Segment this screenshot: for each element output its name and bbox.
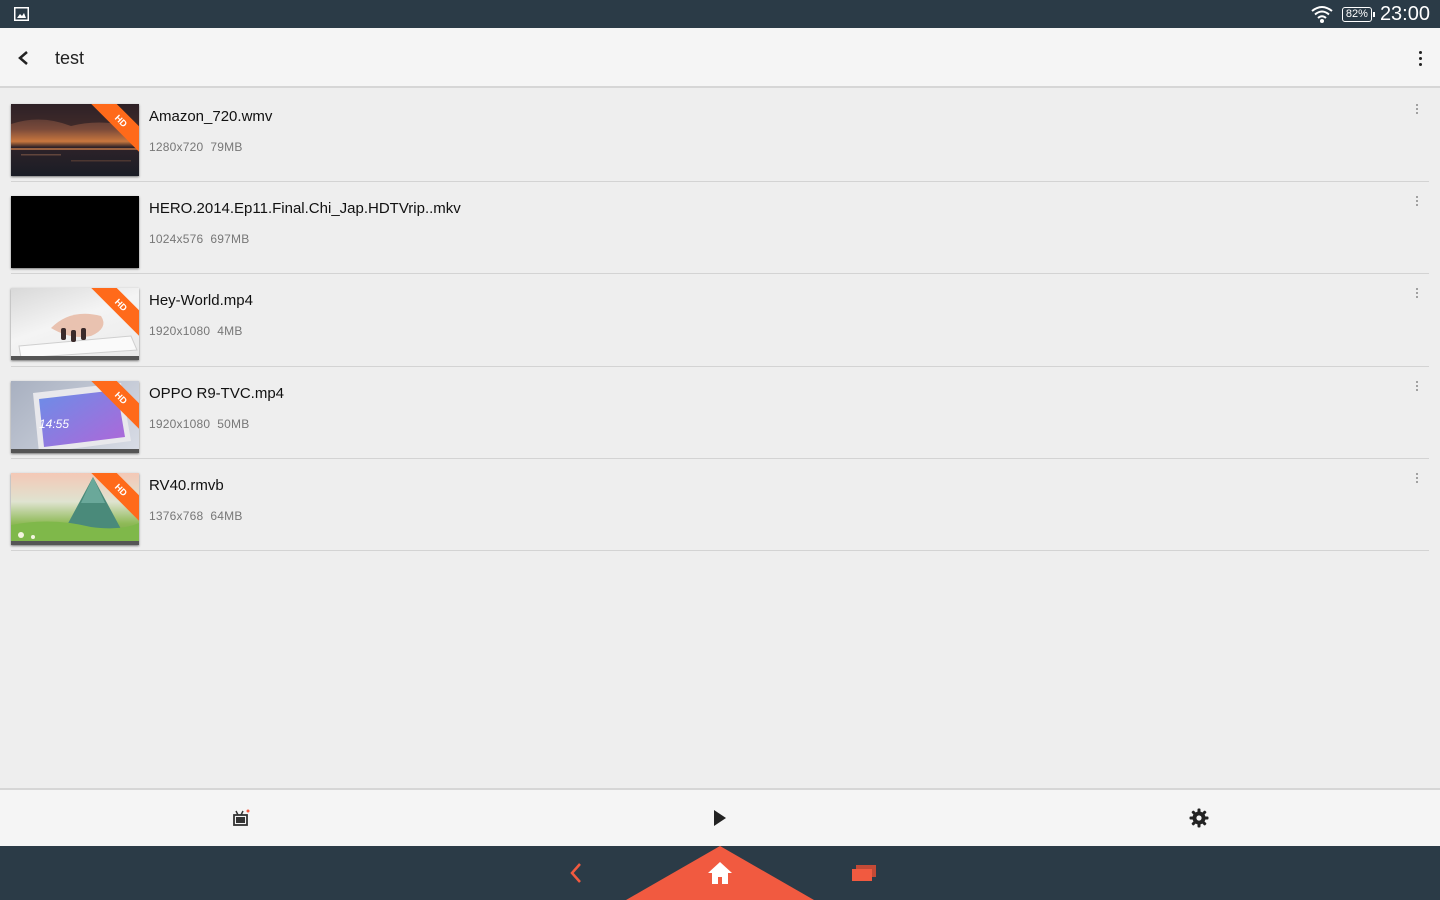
list-item[interactable]: HD Hey-World.mp4 1920x1080 4MB — [11, 274, 1429, 367]
video-thumbnail: 14:55 HD — [11, 380, 139, 453]
status-clock: 23:00 — [1379, 2, 1430, 25]
gear-icon — [1189, 808, 1209, 828]
list-item[interactable]: HERO.2014.Ep11.Final.Chi_Jap.HDTVrip..mk… — [11, 182, 1429, 275]
status-bar: 82% 23:00 — [0, 0, 1440, 28]
list-item[interactable]: HD RV40.rmvb 1376x768 64MB — [11, 459, 1429, 551]
video-name: OPPO R9-TVC.mp4 — [149, 384, 285, 402]
list-item[interactable]: 14:55 HD OPPO R9-TVC.mp4 1920x1080 50MB — [11, 367, 1429, 459]
back-button[interactable] — [10, 44, 38, 72]
video-thumbnail: HD — [11, 288, 139, 361]
item-menu-button[interactable] — [1413, 472, 1421, 487]
video-meta: 1024x576 697MB — [149, 232, 249, 246]
overflow-menu-button[interactable] — [1410, 44, 1430, 72]
video-meta: 1376x768 64MB — [149, 509, 243, 523]
video-name: HERO.2014.Ep11.Final.Chi_Jap.HDTVrip..mk… — [149, 200, 461, 218]
video-size: 64MB — [210, 508, 243, 523]
nav-home-button[interactable] — [690, 846, 750, 900]
wifi-icon — [1311, 6, 1333, 23]
video-resolution: 1920x1080 — [149, 324, 211, 339]
tab-settings[interactable] — [1169, 790, 1229, 846]
video-meta: 1280x720 79MB — [149, 140, 243, 154]
tv-icon — [233, 809, 250, 826]
video-resolution: 1920x1080 — [149, 416, 211, 431]
video-list: HD Amazon_720.wmv 1280x720 79MB HERO.201… — [11, 90, 1429, 551]
tab-tv[interactable] — [211, 790, 271, 846]
video-name: Amazon_720.wmv — [149, 108, 273, 125]
video-size: 4MB — [217, 324, 243, 339]
bottom-tab-bar — [0, 788, 1440, 846]
video-size: 697MB — [210, 232, 250, 247]
item-menu-button[interactable] — [1413, 196, 1421, 210]
back-arrow-icon — [570, 863, 581, 883]
home-icon — [708, 862, 732, 884]
video-meta: 1920x1080 50MB — [149, 417, 249, 431]
video-resolution: 1376x768 — [149, 508, 204, 523]
item-menu-button[interactable] — [1413, 380, 1421, 395]
chevron-left-icon — [18, 51, 28, 65]
video-resolution: 1024x576 — [149, 232, 204, 247]
video-thumbnail: HD — [11, 472, 139, 545]
video-size: 50MB — [217, 416, 250, 431]
thumbnail-clock-text: 14:55 — [39, 416, 70, 431]
video-resolution: 1280x720 — [149, 140, 204, 154]
page-title: test — [55, 48, 85, 68]
video-meta: 1920x1080 4MB — [149, 324, 243, 338]
video-thumbnail: HD — [11, 104, 139, 176]
video-name: Hey-World.mp4 — [149, 292, 253, 310]
battery-indicator: 82% — [1341, 6, 1375, 22]
gallery-notification-icon — [14, 7, 29, 21]
item-menu-button[interactable] — [1413, 104, 1421, 118]
nav-back-button[interactable] — [546, 846, 606, 900]
video-size: 79MB — [210, 140, 243, 154]
video-thumbnail — [11, 196, 139, 269]
video-name: RV40.rmvb — [149, 476, 224, 494]
item-menu-button[interactable] — [1413, 288, 1421, 302]
recents-icon — [852, 865, 876, 881]
nav-recents-button[interactable] — [834, 846, 894, 900]
list-item[interactable]: HD Amazon_720.wmv 1280x720 79MB — [11, 90, 1429, 183]
tab-play[interactable] — [690, 790, 750, 846]
system-nav-bar — [0, 846, 1440, 900]
app-bar: test — [0, 28, 1440, 88]
play-icon — [714, 810, 726, 826]
